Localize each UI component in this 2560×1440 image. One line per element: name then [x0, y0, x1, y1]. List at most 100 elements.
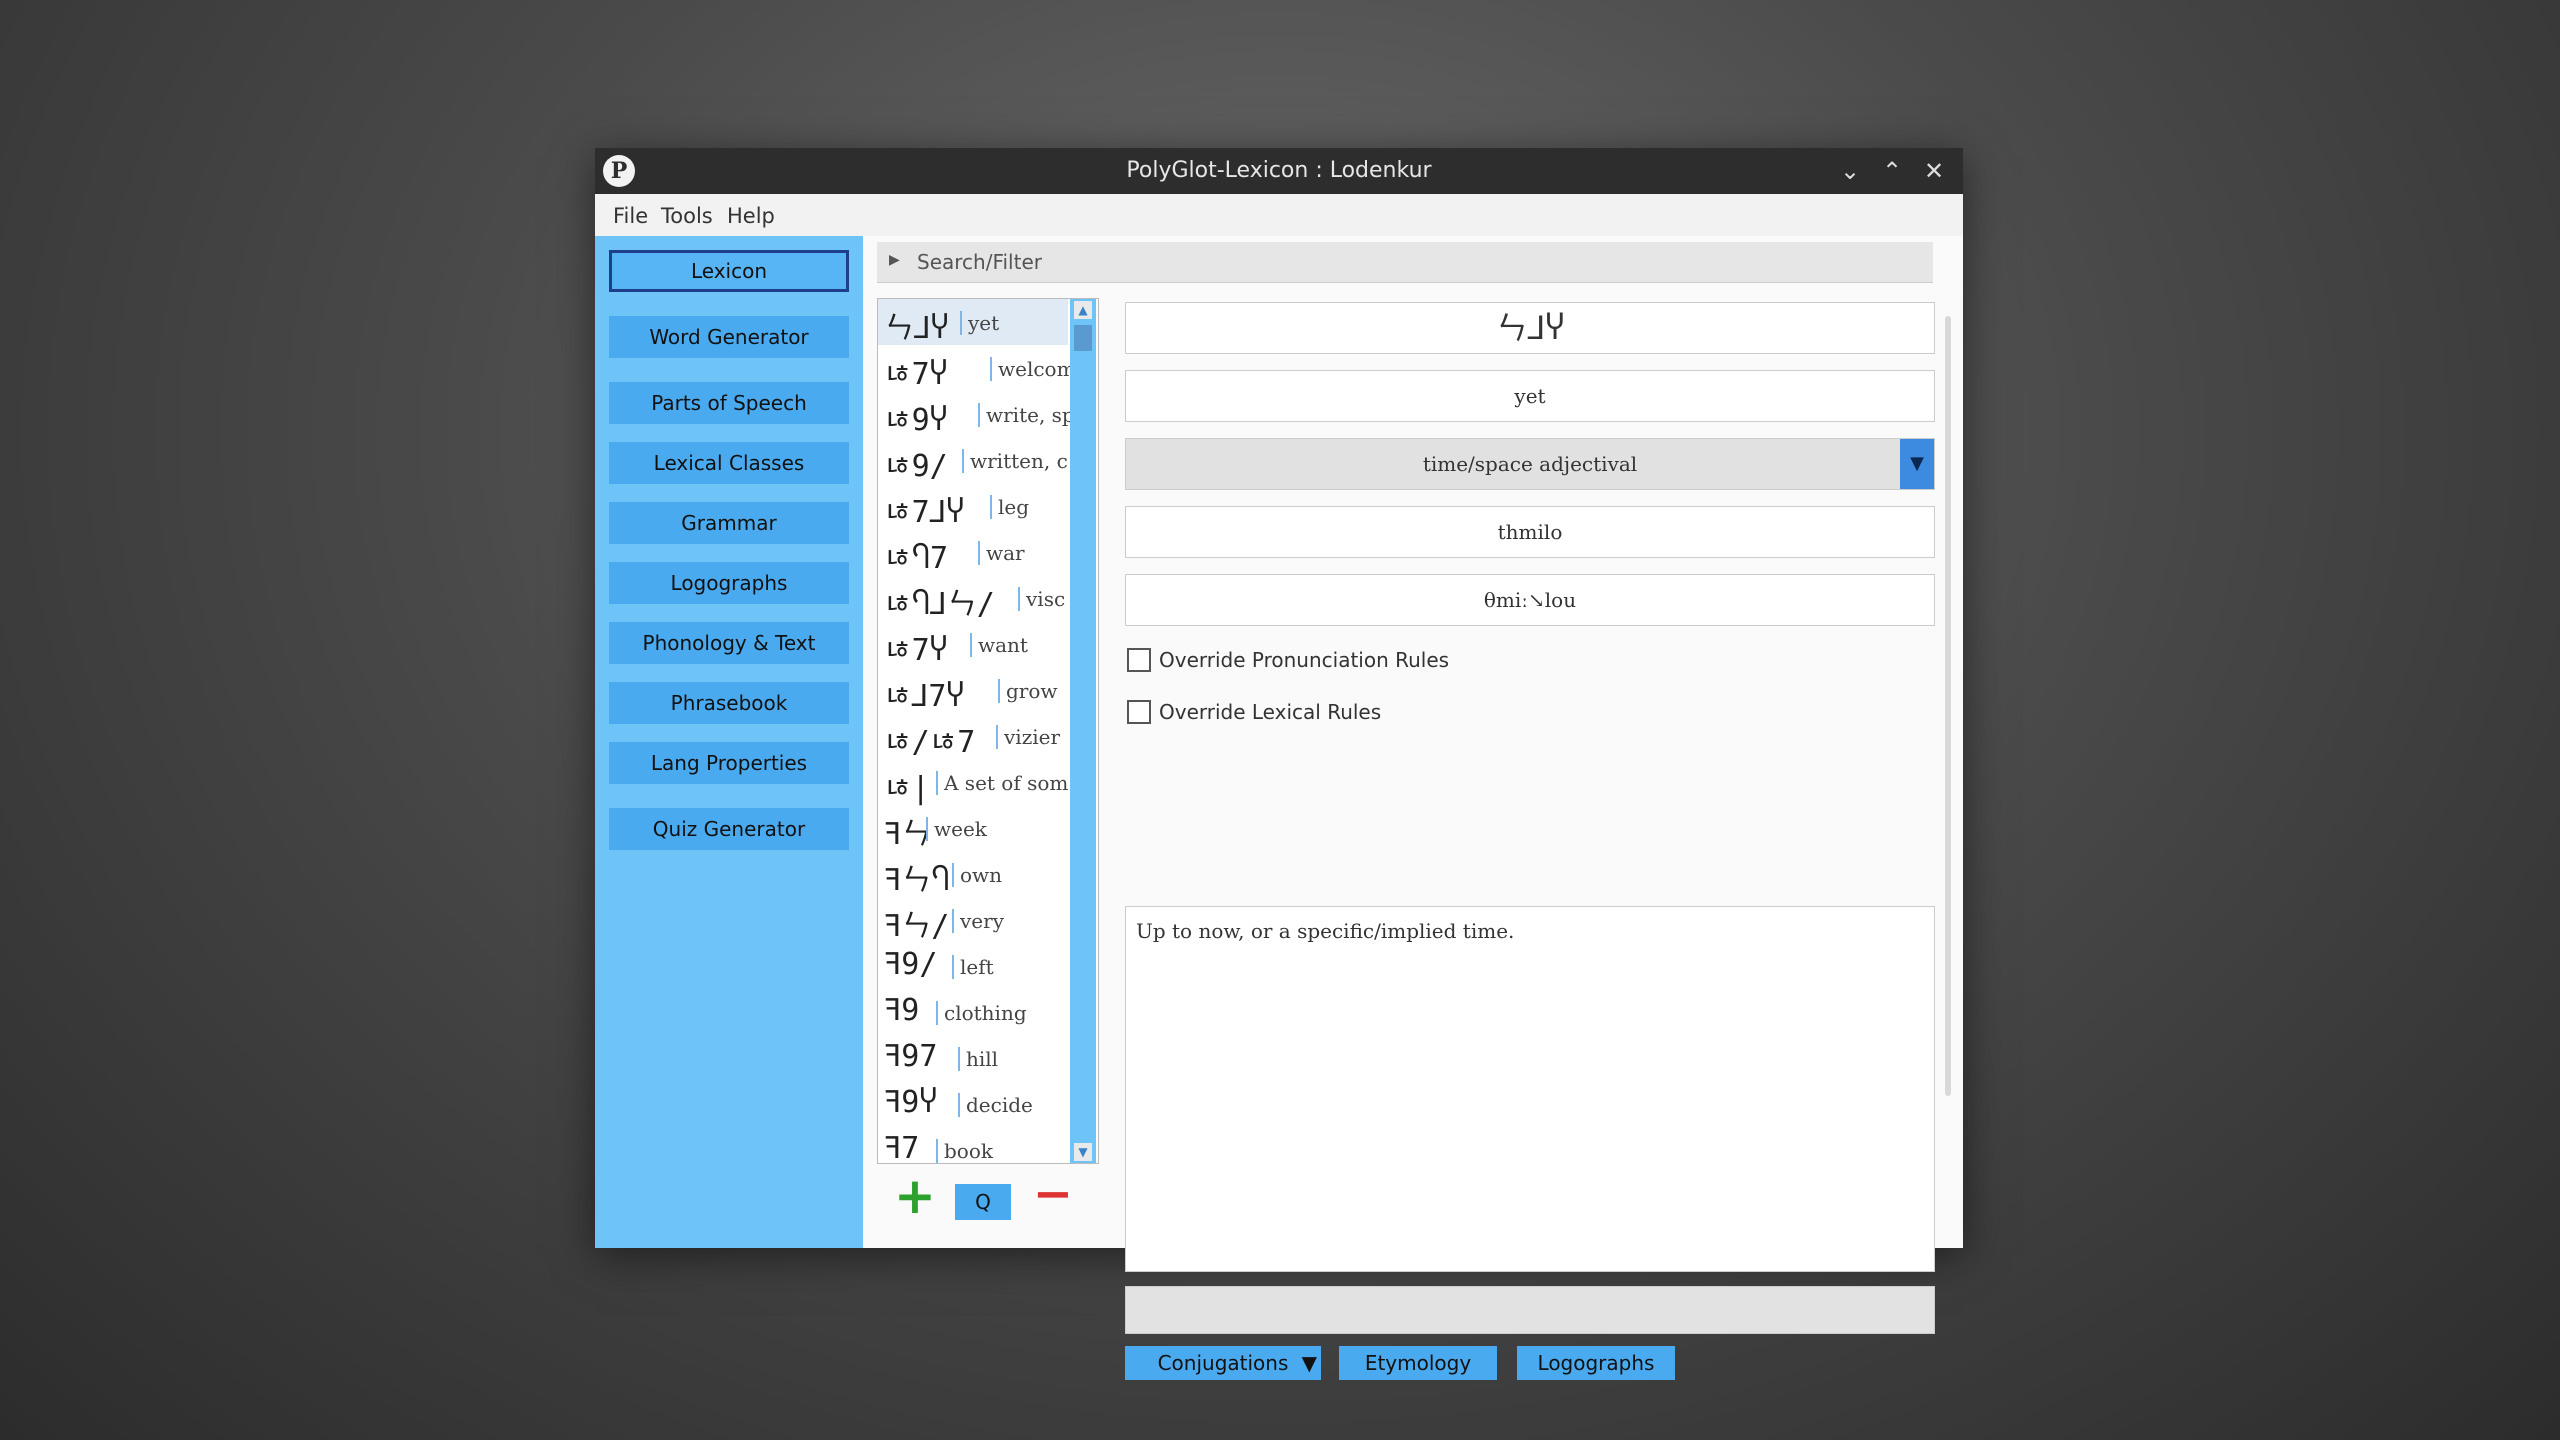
list-item-glyph: ㄶႤ⅃ㄣ/	[884, 587, 995, 622]
list-item-gloss: write, sp	[978, 403, 1072, 427]
maximize-icon[interactable]: ⌃	[1875, 154, 1909, 188]
checkbox-icon[interactable]	[1127, 648, 1151, 672]
dropdown-arrow-icon[interactable]: ▼	[1900, 439, 1934, 489]
list-item-gloss: hill	[958, 1047, 1072, 1071]
list-item-glyph: ㄶ7Ⴤ	[884, 357, 948, 392]
list-item[interactable]: ꟻ97 hill	[878, 1035, 1068, 1081]
local-word-field[interactable]: yet	[1125, 370, 1935, 422]
override-lexical-checkbox[interactable]: Override Lexical Rules	[1127, 698, 1727, 728]
list-item[interactable]: ㄶ7Ⴤ welcome	[878, 345, 1072, 392]
search-filter-label: Search/Filter	[917, 250, 1042, 274]
list-item-gloss: A set of som	[936, 771, 1072, 795]
sidebar-item-word-generator[interactable]: Word Generator	[609, 316, 849, 358]
list-item-gloss: visc	[1018, 587, 1072, 611]
list-item-glyph: ꟻ9	[884, 993, 920, 1028]
list-item-glyph: ꟻㄣ	[884, 817, 932, 852]
notes-field[interactable]	[1125, 1286, 1935, 1334]
title-bar: P PolyGlot-Lexicon : Lodenkur ⌄ ⌃ ✕	[595, 148, 1963, 194]
menu-tools[interactable]: Tools	[661, 204, 713, 228]
list-item[interactable]: ꟻ7 book	[878, 1127, 1068, 1164]
override-pronunciation-checkbox[interactable]: Override Pronunciation Rules	[1127, 646, 1727, 676]
list-item[interactable]: ㄶ7⅃Ⴤ leg	[878, 483, 1068, 530]
type-select[interactable]: time/space adjectival ▼	[1125, 438, 1935, 490]
sidebar-item-quiz-generator[interactable]: Quiz Generator	[609, 808, 849, 850]
window-title: PolyGlot-Lexicon : Lodenkur	[1126, 158, 1432, 183]
list-item[interactable]: ꟻㄣ/very	[878, 897, 1068, 944]
list-item-gloss: written, c	[962, 449, 1072, 473]
sidebar: Lexicon Word Generator Parts of Speech L…	[595, 236, 863, 1248]
list-item-glyph: ꟻㄣႤ	[884, 863, 950, 898]
list-item-gloss: want	[970, 633, 1072, 657]
list-item-glyph: ꟻ7	[884, 1131, 920, 1164]
list-item[interactable]: ꟻㄣ week	[878, 805, 1068, 852]
scroll-up-icon[interactable]: ▲	[1074, 301, 1092, 319]
word-list[interactable]: ㄣ⅃Ⴤyetㄶ7Ⴤwelcomeㄶ9Ⴤwrite, spㄶ9/written, …	[877, 298, 1099, 1164]
conjugations-button[interactable]: Conjugations ▼	[1125, 1346, 1321, 1380]
close-icon[interactable]: ✕	[1917, 154, 1951, 188]
conjugations-dropdown-icon[interactable]: ▼	[1302, 1346, 1317, 1380]
list-item-gloss: left	[952, 955, 1072, 979]
menu-help[interactable]: Help	[727, 204, 775, 228]
remove-word-button[interactable]: −	[1031, 1170, 1075, 1218]
list-item-glyph: ꟻ9/	[884, 947, 938, 982]
list-item-glyph: ㄶ7⅃Ⴤ	[884, 495, 965, 530]
list-item-glyph: ㄶ9/	[884, 449, 948, 484]
list-item-gloss: very	[952, 909, 1072, 933]
conword-field[interactable]: ㄣ⅃Ⴤ	[1125, 302, 1935, 354]
logographs-button[interactable]: Logographs	[1517, 1346, 1675, 1380]
list-item-glyph: ㄣ⅃Ⴤ	[884, 311, 949, 346]
sidebar-item-phrasebook[interactable]: Phrasebook	[609, 682, 849, 724]
list-item-glyph: ㄶ⅃7Ⴤ	[884, 679, 965, 714]
sidebar-item-parts-of-speech[interactable]: Parts of Speech	[609, 382, 849, 424]
minimize-icon[interactable]: ⌄	[1833, 154, 1867, 188]
menu-file[interactable]: File	[613, 204, 648, 228]
search-filter-toggle[interactable]: ▶ Search/Filter	[877, 242, 1933, 283]
list-item-gloss: yet	[960, 311, 1072, 335]
sidebar-item-lang-properties[interactable]: Lang Properties	[609, 742, 849, 784]
app-window: P PolyGlot-Lexicon : Lodenkur ⌄ ⌃ ✕ File…	[595, 148, 1963, 1380]
sidebar-item-lexical-classes[interactable]: Lexical Classes	[609, 442, 849, 484]
list-item[interactable]: ㄶႤ7 war	[878, 529, 1068, 576]
list-item-gloss: grow	[998, 679, 1072, 703]
etymology-button[interactable]: Etymology	[1339, 1346, 1497, 1380]
list-item[interactable]: ꟻ9 clothing	[878, 989, 1068, 1035]
checkbox-icon[interactable]	[1127, 700, 1151, 724]
sidebar-item-lexicon[interactable]: Lexicon	[609, 250, 849, 292]
override-pronunciation-label: Override Pronunciation Rules	[1159, 648, 1450, 672]
conjugations-label: Conjugations	[1157, 1351, 1289, 1375]
list-item[interactable]: ㄶ9/written, c	[878, 437, 1068, 484]
sidebar-item-logographs[interactable]: Logographs	[609, 562, 849, 604]
scrollbar-thumb[interactable]	[1074, 325, 1092, 351]
sidebar-item-grammar[interactable]: Grammar	[609, 502, 849, 544]
ipa-field[interactable]: θmiː↘lou	[1125, 574, 1935, 626]
list-item-glyph: ꟻㄣ/	[884, 909, 950, 944]
list-item-glyph: ㄶ/ㄶ7	[884, 725, 976, 760]
list-item[interactable]: ㄶ7Ⴤ want	[878, 621, 1068, 668]
list-item-glyph: ꟻ97	[884, 1039, 938, 1074]
list-item[interactable]: ㄶ⅃7Ⴤ grow	[878, 667, 1068, 714]
list-item-glyph: ㄶ7Ⴤ	[884, 633, 948, 668]
list-item-gloss: vizier	[996, 725, 1072, 749]
list-item[interactable]: ㄣ⅃Ⴤ yet	[878, 299, 1068, 346]
pronunciation-field[interactable]: thmilo	[1125, 506, 1935, 558]
add-word-button[interactable]: +	[893, 1171, 937, 1221]
list-item[interactable]: ㄶ9Ⴤ write, sp	[878, 391, 1072, 438]
type-select-value: time/space adjectival	[1422, 452, 1638, 476]
list-item[interactable]: ㄶ/ㄶ7 vizier	[878, 713, 1068, 760]
list-item-gloss: decide	[958, 1093, 1072, 1117]
list-item[interactable]: ꟻ9Ⴤ decide	[878, 1081, 1068, 1127]
list-item[interactable]: ꟻ9/left	[878, 943, 1068, 989]
list-item-glyph: ㄶႤ7	[884, 541, 949, 576]
list-item-glyph: ꟻ9Ⴤ	[884, 1085, 938, 1120]
scroll-down-icon[interactable]: ▼	[1074, 1143, 1092, 1161]
sidebar-item-phonology-text[interactable]: Phonology & Text	[609, 622, 849, 664]
list-item[interactable]: ꟻㄣႤ own	[878, 851, 1068, 898]
list-item[interactable]: ㄶ| A set of som	[878, 759, 1068, 806]
expand-arrow-icon: ▶	[889, 252, 900, 268]
search-word-button[interactable]: Q	[955, 1184, 1011, 1220]
word-list-scrollbar[interactable]: ▲ ▼	[1070, 299, 1096, 1163]
definition-textarea[interactable]: Up to now, or a specific/implied time.	[1125, 906, 1935, 1272]
list-item-glyph: ㄶ|	[884, 771, 930, 806]
detail-scrollbar[interactable]	[1945, 316, 1951, 1096]
list-item[interactable]: ㄶႤ⅃ㄣ/visc	[878, 575, 1068, 622]
